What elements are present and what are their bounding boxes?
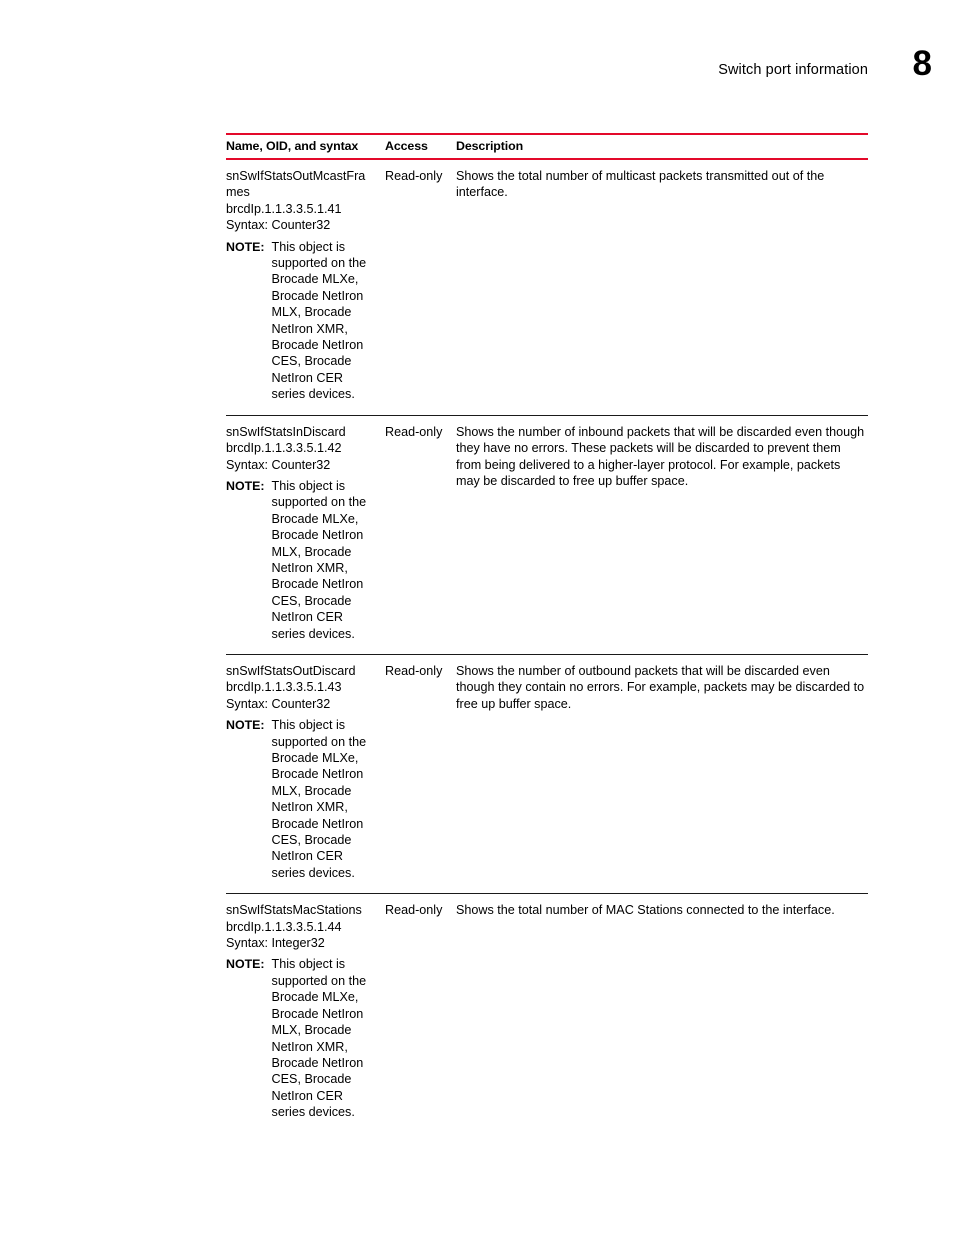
column-header-name: Name, OID, and syntax <box>226 133 385 160</box>
cell-access: Read-only <box>385 654 456 895</box>
object-name: snSwIfStatsInDiscard <box>226 424 346 439</box>
note-text: This object is supported on the Brocade … <box>271 478 367 641</box>
note-block: NOTE: This object is supported on the Br… <box>226 239 371 403</box>
object-name: snSwIfStatsOutDiscard <box>226 663 356 678</box>
note-block: NOTE: This object is supported on the Br… <box>226 717 371 881</box>
note-label: NOTE: <box>226 239 265 254</box>
note-text: This object is supported on the Brocade … <box>271 239 367 402</box>
note-block: NOTE: This object is supported on the Br… <box>226 478 371 642</box>
description-text: Shows the number of inbound packets that… <box>456 424 865 488</box>
cell-description: Shows the total number of MAC Stations c… <box>456 894 868 1133</box>
column-header-description: Description <box>456 133 868 160</box>
table-body: snSwIfStatsOutMcastFrames brcdIp.1.1.3.3… <box>226 159 868 1133</box>
note-text: This object is supported on the Brocade … <box>271 718 367 880</box>
object-syntax: Syntax: Counter32 <box>226 218 331 233</box>
object-syntax: Syntax: Counter32 <box>226 457 331 472</box>
cell-name-oid-syntax: snSwIfStatsOutDiscard brcdIp.1.1.3.3.5.1… <box>226 654 385 895</box>
description-text: Shows the total number of MAC Stations c… <box>456 903 835 918</box>
cell-description: Shows the total number of multicast pack… <box>456 159 868 416</box>
note-text: This object is supported on the Brocade … <box>271 957 367 1120</box>
note-label: NOTE: <box>226 957 265 972</box>
object-syntax: Syntax: Integer32 <box>226 936 325 951</box>
chapter-number: 8 <box>912 44 932 83</box>
object-oid: brcdIp.1.1.3.3.5.1.44 <box>226 919 342 934</box>
column-header-access: Access <box>385 133 456 160</box>
note-block: NOTE: This object is supported on the Br… <box>226 956 371 1120</box>
page-running-header: Switch port information 8 <box>0 46 954 100</box>
table-header-row: Name, OID, and syntax Access Description <box>226 133 868 160</box>
page-title: Switch port information <box>718 62 868 78</box>
object-name: snSwIfStatsOutMcastFrames <box>226 169 366 200</box>
mib-object-table: Name, OID, and syntax Access Description… <box>226 133 868 1133</box>
access-value: Read-only <box>385 663 443 678</box>
table-row: snSwIfStatsOutMcastFrames brcdIp.1.1.3.3… <box>226 159 868 416</box>
cell-access: Read-only <box>385 415 456 655</box>
table-row: snSwIfStatsMacStations brcdIp.1.1.3.3.5.… <box>226 894 868 1133</box>
cell-description: Shows the number of inbound packets that… <box>456 415 868 655</box>
object-oid: brcdIp.1.1.3.3.5.1.42 <box>226 441 342 456</box>
table-header: Name, OID, and syntax Access Description <box>226 133 868 160</box>
description-text: Shows the number of outbound packets tha… <box>456 663 865 711</box>
object-syntax: Syntax: Counter32 <box>226 696 331 711</box>
cell-access: Read-only <box>385 894 456 1133</box>
note-label: NOTE: <box>226 718 265 733</box>
cell-access: Read-only <box>385 159 456 416</box>
cell-name-oid-syntax: snSwIfStatsInDiscard brcdIp.1.1.3.3.5.1.… <box>226 415 385 655</box>
note-label: NOTE: <box>226 478 265 493</box>
access-value: Read-only <box>385 903 443 918</box>
cell-name-oid-syntax: snSwIfStatsMacStations brcdIp.1.1.3.3.5.… <box>226 894 385 1133</box>
access-value: Read-only <box>385 169 443 183</box>
table-row: snSwIfStatsOutDiscard brcdIp.1.1.3.3.5.1… <box>226 654 868 895</box>
access-value: Read-only <box>385 424 443 439</box>
cell-name-oid-syntax: snSwIfStatsOutMcastFrames brcdIp.1.1.3.3… <box>226 159 385 416</box>
object-oid: brcdIp.1.1.3.3.5.1.43 <box>226 680 342 695</box>
object-name: snSwIfStatsMacStations <box>226 903 362 918</box>
table-row: snSwIfStatsInDiscard brcdIp.1.1.3.3.5.1.… <box>226 415 868 655</box>
cell-description: Shows the number of outbound packets tha… <box>456 654 868 895</box>
description-text: Shows the total number of multicast pack… <box>456 169 825 200</box>
object-oid: brcdIp.1.1.3.3.5.1.41 <box>226 201 342 216</box>
